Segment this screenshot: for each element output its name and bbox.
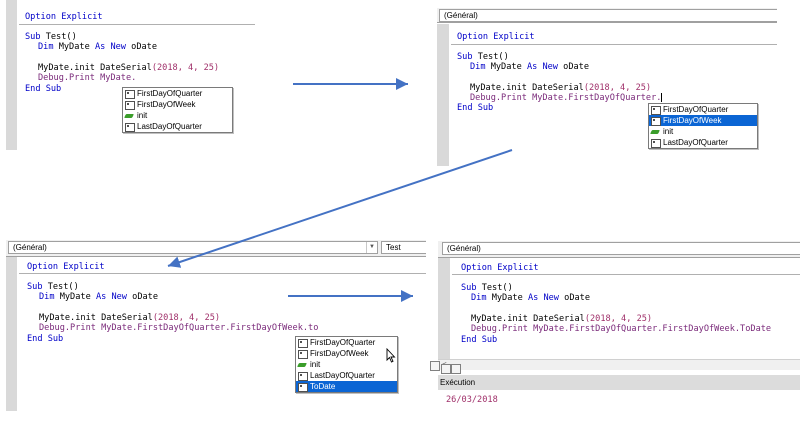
flow-arrows [167,78,513,302]
arrow-step2-to-step3 [167,149,513,268]
